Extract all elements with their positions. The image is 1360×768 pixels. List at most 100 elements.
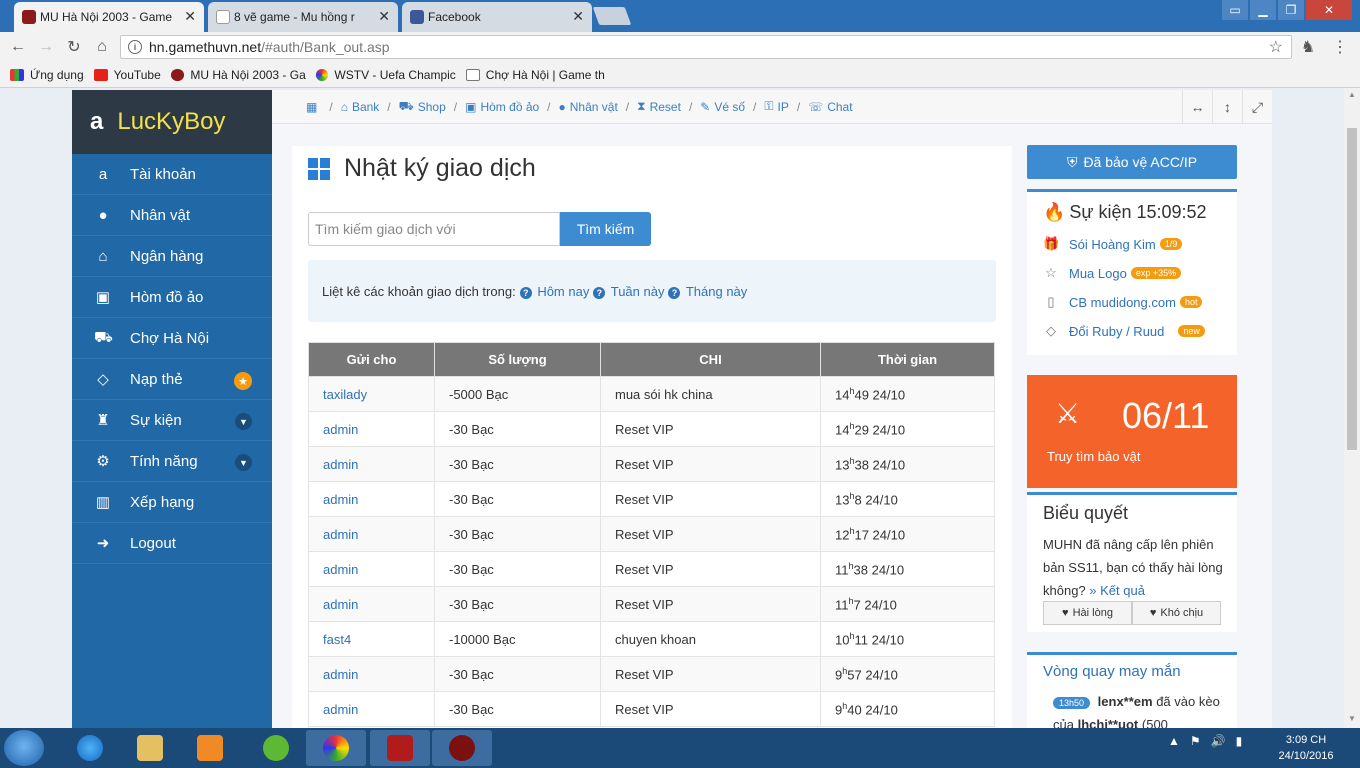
extension-icon[interactable]: ♞ [1298,37,1318,57]
recipient-link[interactable]: fast4 [308,621,435,657]
scroll-thumb[interactable] [1347,128,1357,450]
crumb-nhan-vat[interactable]: Nhân vật [570,100,618,114]
vote-no-button[interactable]: ♥ Khó chịu [1132,601,1221,625]
recipient-link[interactable]: admin [308,411,435,447]
event-item[interactable]: ☆ Mua Logo exp +35% [1043,265,1182,281]
sidebar-item-nap-the[interactable]: ◇ Nạp thẻ ★ [72,359,272,400]
tray-chevron-icon[interactable]: ▲ [1168,734,1180,748]
ie-taskbar-icon[interactable] [60,730,120,766]
chevron-down-icon[interactable]: ▼ [235,454,252,471]
crumb-ve-so[interactable]: Vé số [714,100,745,114]
profile-icon[interactable]: ▭ [1222,0,1248,20]
crumb-shop[interactable]: Shop [418,100,446,114]
back-icon[interactable]: ← [8,37,28,57]
crumb-bank[interactable]: Bank [352,100,379,114]
lucky-wheel-title[interactable]: Vòng quay may mắn [1043,663,1181,680]
address-bar[interactable]: i hn.gamethuvn.net/#auth/Bank_out.asp ☆ [120,35,1292,59]
new-tab-button[interactable] [592,7,632,25]
media-player-taskbar-icon[interactable] [180,730,240,766]
filter-week[interactable]: ? Tuần này [593,284,664,299]
vote-yes-button[interactable]: ♥ Hài lòng [1043,601,1132,625]
tab-mu-hanoi[interactable]: MU Hà Nội 2003 - Game ✕ [14,2,204,32]
bookmark-wstv[interactable]: WSTV - Uefa Champic [315,68,456,82]
facebook-favicon-icon [410,10,424,24]
menu-icon[interactable]: ⋮ [1330,37,1350,57]
poll-result-link[interactable]: » Kết quả [1089,583,1145,598]
lock-icon: ⚿ [764,99,774,113]
explorer-taskbar-icon[interactable] [120,730,180,766]
forward-icon[interactable]: → [36,37,56,57]
game-launcher-taskbar-icon[interactable] [370,730,430,766]
close-window-icon[interactable]: ✕ [1306,0,1352,20]
event-item[interactable]: ▯ CB mudidong.com hot [1043,294,1203,310]
sidebar-item-tai-khoan[interactable]: a Tài khoản [72,154,272,195]
event-item[interactable]: 🎁 Sói Hoàng Kim 1/9 [1043,236,1183,252]
close-tab-icon[interactable]: ✕ [572,8,584,25]
expand-horizontal-icon[interactable]: ↔ [1182,90,1212,124]
recipient-link[interactable]: admin [308,446,435,482]
crumb-reset[interactable]: Reset [650,100,681,114]
search-button[interactable]: Tìm kiếm [560,212,651,246]
sidebar-item-ngan-hang[interactable]: ⌂ Ngân hàng [72,236,272,277]
note-cell: Reset VIP [600,481,821,517]
chevron-down-icon[interactable]: ▼ [235,413,252,430]
web-page: a LucKyBoy a Tài khoản ● Nhân vật ⌂ Ngân hà… [0,88,1344,728]
sidebar-item-tinh-nang[interactable]: ⚙ Tính năng ▼ [72,441,272,482]
maximize-icon[interactable]: ❐ [1278,0,1304,20]
recipient-link[interactable]: admin [308,516,435,552]
bookmark-mu-hanoi[interactable]: MU Hà Nội 2003 - Ga [170,68,306,82]
mu-taskbar-icon[interactable] [432,730,492,766]
crumb-chat[interactable]: Chat [827,100,852,114]
sidebar-item-hom-do-ao[interactable]: ▣ Hòm đồ ảo [72,277,272,318]
sidebar-item-cho-ha-noi[interactable]: ⛟ Chợ Hà Nội [72,318,272,359]
bookmark-youtube[interactable]: YouTube [93,68,161,82]
bookmark-cho-hanoi[interactable]: Chợ Hà Nội | Game th [465,68,606,82]
tab-8-ve-game[interactable]: 8 vẽ game - Mu hồng r ✕ [208,2,398,32]
recipient-link[interactable]: admin [308,586,435,622]
recipient-link[interactable]: admin [308,481,435,517]
tab-facebook[interactable]: Facebook ✕ [402,2,592,32]
minimize-icon[interactable]: ▁ [1250,0,1276,20]
sidebar-item-logout[interactable]: ➜ Logout [72,523,272,564]
sidebar-item-xep-hang[interactable]: ▥ Xếp hạng [72,482,272,523]
sidebar: a LucKyBoy a Tài khoản ● Nhân vật ⌂ Ngân hà… [72,90,272,728]
event-item[interactable]: ◇ Đổi Ruby / Ruud new [1043,323,1205,339]
recipient-link[interactable]: admin [308,656,435,692]
start-button[interactable] [4,730,44,766]
clock[interactable]: 3:09 CH 24/10/2016 [1276,732,1336,764]
site-info-icon[interactable]: i [128,40,142,54]
recipient-link[interactable]: admin [308,551,435,587]
flag-icon[interactable]: ⚑ [1190,734,1201,748]
page-scrollbar[interactable]: ▲ ▼ [1344,88,1360,728]
close-tab-icon[interactable]: ✕ [378,8,390,25]
filter-today[interactable]: ? Hôm nay [519,284,589,299]
table-row: admin -30 Bạc Reset VIP 11h38 24/10 [308,551,995,587]
network-icon[interactable]: ▮ [1236,734,1243,748]
recipient-link[interactable]: admin [308,691,435,727]
protect-acc-button[interactable]: ⛨ Đã bảo vệ ACC/IP [1027,145,1237,179]
reload-icon[interactable]: ↻ [64,37,84,57]
scroll-down-icon[interactable]: ▼ [1348,714,1356,723]
sidebar-item-nhan-vat[interactable]: ● Nhân vật [72,195,272,236]
amount-cell: -30 Bạc [434,586,601,622]
search-input[interactable] [308,212,560,246]
treasure-hunt-promo[interactable]: ⚔ 06/11 Truy tìm bảo vật [1027,375,1237,488]
calendar-icon[interactable]: ▦ [306,100,317,114]
crumb-hom-do-ao[interactable]: Hòm đồ ảo [480,100,539,114]
volume-icon[interactable]: 🔊 [1211,734,1226,748]
close-tab-icon[interactable]: ✕ [184,8,196,25]
crumb-ip[interactable]: IP [778,100,789,114]
chrome-taskbar-icon[interactable] [306,730,366,766]
recipient-link[interactable]: taxilady [308,376,435,412]
bookmark-star-icon[interactable]: ☆ [1269,37,1283,57]
filter-month[interactable]: ? Tháng này [668,284,747,299]
home-icon[interactable]: ⌂ [92,37,112,57]
bookmark-apps[interactable]: Ứng dụng [10,68,84,82]
coccoc-taskbar-icon[interactable] [246,730,306,766]
scroll-up-icon[interactable]: ▲ [1348,90,1356,99]
amount-cell: -30 Bạc [434,481,601,517]
event-title: 🔥 Sự kiện 15:09:52 [1043,202,1207,222]
sidebar-item-su-kien[interactable]: ♜ Sự kiện ▼ [72,400,272,441]
expand-vertical-icon[interactable]: ↕ [1212,90,1242,124]
fullscreen-icon[interactable]: ⤢ [1242,90,1272,124]
